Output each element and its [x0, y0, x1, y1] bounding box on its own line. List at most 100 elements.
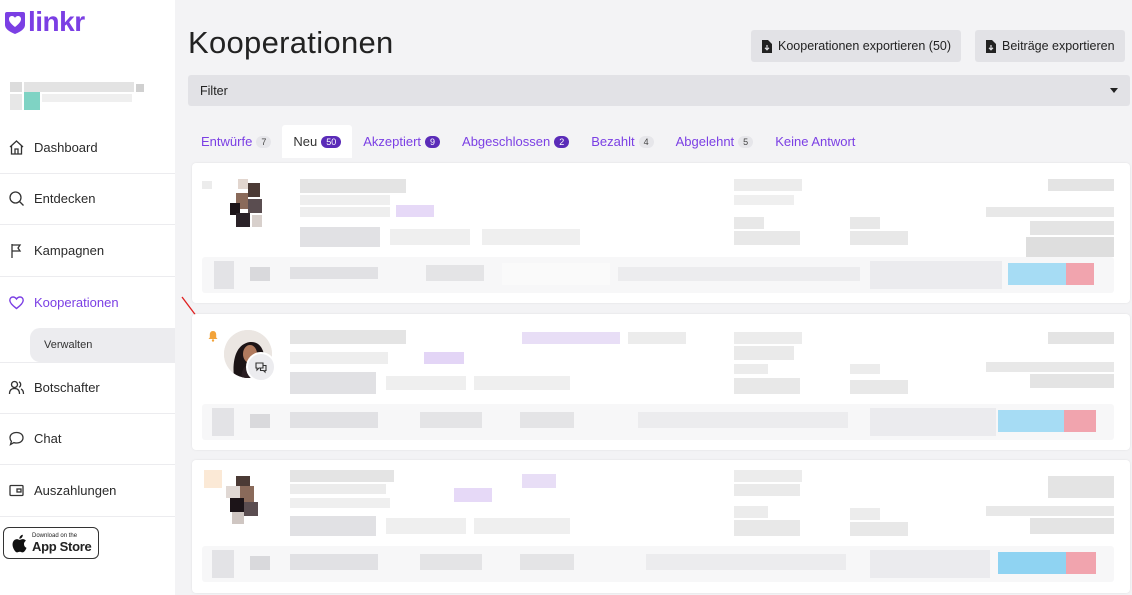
redacted-block [290, 330, 406, 344]
redacted-block [734, 470, 802, 482]
brand-name: linkr [28, 6, 85, 37]
redacted-block [850, 508, 880, 520]
redacted-block [734, 231, 800, 245]
tab-akzeptiert[interactable]: Akzeptiert 9 [352, 125, 451, 158]
redacted-block [734, 378, 800, 394]
tab-count-badge: 7 [256, 135, 272, 148]
redacted-block [290, 352, 388, 364]
redacted-block [986, 362, 1114, 372]
sidebar-item-label: Kooperationen [34, 294, 119, 310]
sidebar-item-label: Dashboard [34, 139, 98, 155]
redacted-block [628, 332, 686, 344]
tab-abgeschlossen[interactable]: Abgeschlossen 2 [451, 125, 580, 158]
redacted-block [850, 217, 880, 229]
redacted-block [300, 179, 406, 193]
tab-count-badge: 5 [738, 135, 754, 148]
users-icon [7, 379, 25, 397]
tab-label: Akzeptiert [363, 134, 422, 149]
home-icon [7, 138, 25, 156]
redacted-block [290, 372, 376, 394]
tab-label: Neu [293, 134, 318, 149]
tab-neu[interactable]: Neu 50 [282, 125, 353, 158]
redacted-block [850, 364, 880, 374]
sidebar-item-botschafter[interactable]: Botschafter [0, 362, 175, 414]
tab-label: Abgeschlossen [462, 134, 551, 149]
redacted-block [204, 470, 222, 488]
cooperation-card[interactable] [192, 314, 1130, 450]
redacted-block [1030, 221, 1114, 235]
redacted-block [734, 217, 764, 229]
tab-count-badge: 2 [554, 135, 570, 148]
redacted-block [1048, 179, 1114, 191]
chat-icon [255, 361, 267, 373]
redacted-block [474, 518, 570, 534]
page-title: Kooperationen [188, 25, 394, 60]
tab-count-badge: 4 [638, 135, 654, 148]
search-icon [7, 190, 25, 208]
sidebar-item-dashboard[interactable]: Dashboard [0, 122, 175, 174]
sidebar-item-label: Kampagnen [34, 242, 105, 258]
sidebar-item-entdecken[interactable]: Entdecken [0, 174, 175, 225]
tab-label: Bezahlt [591, 134, 635, 149]
sidebar-item-kampagnen[interactable]: Kampagnen [0, 225, 175, 277]
tab-keine-antwort[interactable]: Keine Antwort [764, 125, 866, 158]
sidebar-item-label: Chat [34, 431, 62, 447]
redacted-block [396, 205, 434, 217]
app-store-text: Download on the App Store [32, 533, 92, 554]
metrics-strip [202, 257, 1114, 293]
redacted-block [300, 227, 380, 247]
avatar-redacted [226, 476, 262, 524]
cooperation-card[interactable] [192, 460, 1130, 593]
redacted-block [1030, 518, 1114, 534]
app-store-big: App Store [32, 539, 92, 554]
filter-label: Filter [200, 83, 228, 98]
sidebar-item-chat[interactable]: Chat [0, 414, 175, 465]
caret-down-icon [1110, 88, 1118, 93]
redacted-block [734, 332, 802, 344]
tab-label: Abgelehnt [675, 134, 735, 149]
metrics-strip [202, 546, 1114, 582]
chat-icon [7, 430, 25, 448]
filter-dropdown[interactable]: Filter [188, 75, 1130, 106]
sidebar-nav: Dashboard Entdecken Kampagnen Kooperatio… [0, 122, 175, 517]
redacted-block [290, 498, 390, 508]
export-posts-button[interactable]: Beiträge exportieren [975, 30, 1125, 62]
account-switcher[interactable] [10, 82, 150, 112]
sidebar-item-label: Botschafter [34, 380, 100, 396]
file-download-icon [762, 39, 772, 53]
sidebar-item-kooperationen[interactable]: Kooperationen [0, 277, 175, 329]
tab-count-badge: 9 [425, 135, 441, 148]
open-chat-button[interactable] [246, 352, 276, 382]
redacted-block [1030, 374, 1114, 388]
redacted-block [522, 332, 620, 344]
redacted-block [734, 484, 800, 496]
redacted-block [482, 229, 580, 245]
sidebar-item-auszahlungen[interactable]: Auszahlungen [0, 465, 175, 517]
tab-label: Entwürfe [201, 134, 253, 149]
wallet-icon [7, 481, 25, 499]
redacted-block [850, 231, 908, 245]
sidebar-subitem-verwalten[interactable]: Verwalten [30, 328, 175, 362]
redacted-block [850, 522, 908, 536]
export-cooperations-label: Kooperationen exportieren (50) [778, 39, 952, 53]
export-cooperations-button[interactable]: Kooperationen exportieren (50) [751, 30, 962, 62]
redacted-block [386, 376, 466, 390]
app-store-badge[interactable]: Download on the App Store [3, 527, 99, 559]
redacted-block [390, 229, 470, 245]
redacted-block [522, 474, 556, 488]
flag-icon [7, 241, 25, 259]
bell-icon [208, 331, 218, 342]
redacted-block [734, 179, 802, 191]
redacted-block [850, 380, 908, 394]
apple-icon [12, 534, 27, 552]
tab-entwuerfe[interactable]: Entwürfe 7 [190, 125, 282, 158]
redacted-block [424, 352, 464, 364]
redacted-block [734, 364, 768, 374]
metrics-strip [202, 404, 1114, 440]
redacted-block [290, 516, 376, 536]
brand-logo[interactable]: linkr [4, 8, 85, 36]
tab-bezahlt[interactable]: Bezahlt 4 [580, 125, 664, 158]
redacted-block [202, 181, 212, 189]
tab-abgelehnt[interactable]: Abgelehnt 5 [665, 125, 765, 158]
cooperation-card[interactable] [192, 163, 1130, 303]
